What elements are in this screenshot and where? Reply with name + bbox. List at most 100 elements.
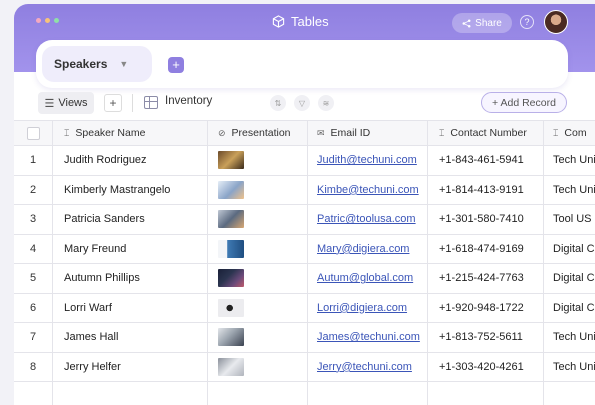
presentation-cell[interactable]: [208, 293, 308, 322]
speaker-name-cell[interactable]: Jerry Helfer: [53, 352, 208, 381]
sort-icon[interactable]: ⇅: [270, 95, 286, 111]
presentation-cell[interactable]: [208, 205, 308, 234]
presentation-thumbnail[interactable]: [218, 328, 244, 347]
email-cell[interactable]: Judith@techuni.com: [308, 146, 428, 175]
app-window: Tables Share ? Speakers ▼ + ☰ Views + In…: [14, 4, 595, 405]
add-button[interactable]: +: [104, 94, 122, 112]
email-cell[interactable]: Jerry@techuni.com: [308, 352, 428, 381]
select-all-checkbox[interactable]: [26, 126, 40, 140]
presentation-cell[interactable]: [208, 234, 308, 263]
column-header-speaker-name[interactable]: ⌶ Speaker Name: [53, 121, 208, 145]
email-cell[interactable]: James@techuni.com: [308, 323, 428, 352]
company-cell[interactable]: Tech Uni: [544, 146, 595, 175]
presentation-thumbnail[interactable]: [218, 357, 244, 376]
presentation-thumbnail[interactable]: [218, 269, 244, 288]
column-header-presentation[interactable]: ⊘ Presentation: [208, 121, 308, 145]
share-button[interactable]: Share: [452, 13, 512, 33]
presentation-thumbnail[interactable]: [218, 180, 244, 199]
empty-cell[interactable]: [308, 382, 428, 405]
presentation-thumbnail[interactable]: [218, 298, 244, 317]
company-cell[interactable]: Tool US: [544, 205, 595, 234]
contact-number-cell[interactable]: +1-618-474-9169: [428, 234, 544, 263]
presentation-cell[interactable]: [208, 175, 308, 204]
email-link[interactable]: Kimbe@techuni.com: [317, 184, 419, 196]
email-link[interactable]: Patric@toolusa.com: [317, 213, 416, 225]
contact-number-cell[interactable]: +1-303-420-4261: [428, 352, 544, 381]
company-cell[interactable]: Digital C: [544, 264, 595, 293]
empty-cell[interactable]: [428, 382, 544, 405]
presentation-thumbnail[interactable]: [218, 151, 244, 170]
column-label: Com: [564, 127, 587, 139]
empty-cell: [14, 382, 53, 405]
email-cell[interactable]: Autum@global.com: [308, 264, 428, 293]
row-number: 5: [14, 264, 53, 293]
window-dot-maximize[interactable]: [54, 18, 59, 23]
email-link[interactable]: James@techuni.com: [317, 331, 420, 343]
row-number: 4: [14, 234, 53, 263]
views-button[interactable]: ☰ Views: [38, 92, 94, 114]
email-link[interactable]: Autum@global.com: [317, 272, 413, 284]
help-icon[interactable]: ?: [520, 15, 534, 29]
presentation-thumbnail[interactable]: [218, 239, 244, 258]
empty-row[interactable]: [14, 382, 595, 405]
email-link[interactable]: Jerry@techuni.com: [317, 361, 412, 373]
presentation-thumbnail[interactable]: [218, 210, 244, 229]
email-cell[interactable]: Patric@toolusa.com: [308, 205, 428, 234]
empty-cell[interactable]: [208, 382, 308, 405]
table-row[interactable]: 1 Judith Rodriguez Judith@techuni.com +1…: [14, 146, 595, 176]
view-header: Speakers ▼ +: [36, 40, 568, 88]
column-header-company[interactable]: ⌶ Com: [544, 121, 595, 145]
table-row[interactable]: 8 Jerry Helfer Jerry@techuni.com +1-303-…: [14, 352, 595, 382]
presentation-cell[interactable]: [208, 146, 308, 175]
speaker-name-cell[interactable]: Autumn Phillips: [53, 264, 208, 293]
presentation-cell[interactable]: [208, 264, 308, 293]
speaker-name-cell[interactable]: Kimberly Mastrangelo: [53, 175, 208, 204]
table-row[interactable]: 6 Lorri Warf Lorri@digiera.com +1-920-94…: [14, 293, 595, 323]
table-row[interactable]: 2 Kimberly Mastrangelo Kimbe@techuni.com…: [14, 175, 595, 205]
company-cell[interactable]: Tech Uni: [544, 176, 595, 205]
email-cell[interactable]: Mary@digiera.com: [308, 234, 428, 263]
presentation-cell[interactable]: [208, 323, 308, 352]
email-cell[interactable]: Lorri@digiera.com: [308, 293, 428, 322]
filter-icon[interactable]: ▽: [294, 95, 310, 111]
contact-number-cell[interactable]: +1-920-948-1722: [428, 293, 544, 322]
column-header-email[interactable]: ✉ Email ID: [308, 121, 428, 145]
speaker-name-cell[interactable]: Patricia Sanders: [53, 205, 208, 234]
speaker-name-cell[interactable]: Judith Rodriguez: [53, 146, 208, 175]
table-name[interactable]: Inventory: [165, 95, 212, 107]
empty-cell[interactable]: [53, 382, 208, 405]
speaker-name-cell[interactable]: James Hall: [53, 323, 208, 352]
email-link[interactable]: Lorri@digiera.com: [317, 302, 407, 314]
text-field-icon: ⌶: [439, 127, 445, 138]
window-dot-minimize[interactable]: [45, 18, 50, 23]
contact-number-cell[interactable]: +1-814-413-9191: [428, 175, 544, 204]
company-cell[interactable]: Digital C: [544, 294, 595, 323]
empty-cell[interactable]: [544, 382, 595, 405]
presentation-cell[interactable]: [208, 352, 308, 381]
column-header-contact-number[interactable]: ⌶ Contact Number: [428, 121, 544, 145]
company-cell[interactable]: Tech Uni: [544, 323, 595, 352]
share-label: Share: [475, 17, 502, 29]
table-row[interactable]: 4 Mary Freund Mary@digiera.com +1-618-47…: [14, 234, 595, 264]
email-link[interactable]: Mary@digiera.com: [317, 243, 409, 255]
speaker-name-cell[interactable]: Mary Freund: [53, 234, 208, 263]
company-cell[interactable]: Digital C: [544, 235, 595, 264]
window-dot-close[interactable]: [36, 18, 41, 23]
table-row[interactable]: 7 James Hall James@techuni.com +1-813-75…: [14, 323, 595, 353]
avatar[interactable]: [544, 10, 568, 34]
group-icon[interactable]: ≋: [318, 95, 334, 111]
contact-number-cell[interactable]: +1-813-752-5611: [428, 323, 544, 352]
email-cell[interactable]: Kimbe@techuni.com: [308, 175, 428, 204]
view-tab-speakers[interactable]: Speakers ▼: [42, 46, 152, 82]
contact-number-cell[interactable]: +1-215-424-7763: [428, 264, 544, 293]
table-row[interactable]: 5 Autumn Phillips Autum@global.com +1-21…: [14, 264, 595, 294]
column-label: Contact Number: [450, 127, 527, 139]
company-cell[interactable]: Tech Uni: [544, 353, 595, 382]
contact-number-cell[interactable]: +1-843-461-5941: [428, 146, 544, 175]
table-row[interactable]: 3 Patricia Sanders Patric@toolusa.com +1…: [14, 205, 595, 235]
add-record-button[interactable]: + Add Record: [481, 92, 567, 113]
contact-number-cell[interactable]: +1-301-580-7410: [428, 205, 544, 234]
email-link[interactable]: Judith@techuni.com: [317, 154, 417, 166]
add-view-button[interactable]: +: [168, 57, 184, 73]
speaker-name-cell[interactable]: Lorri Warf: [53, 293, 208, 322]
